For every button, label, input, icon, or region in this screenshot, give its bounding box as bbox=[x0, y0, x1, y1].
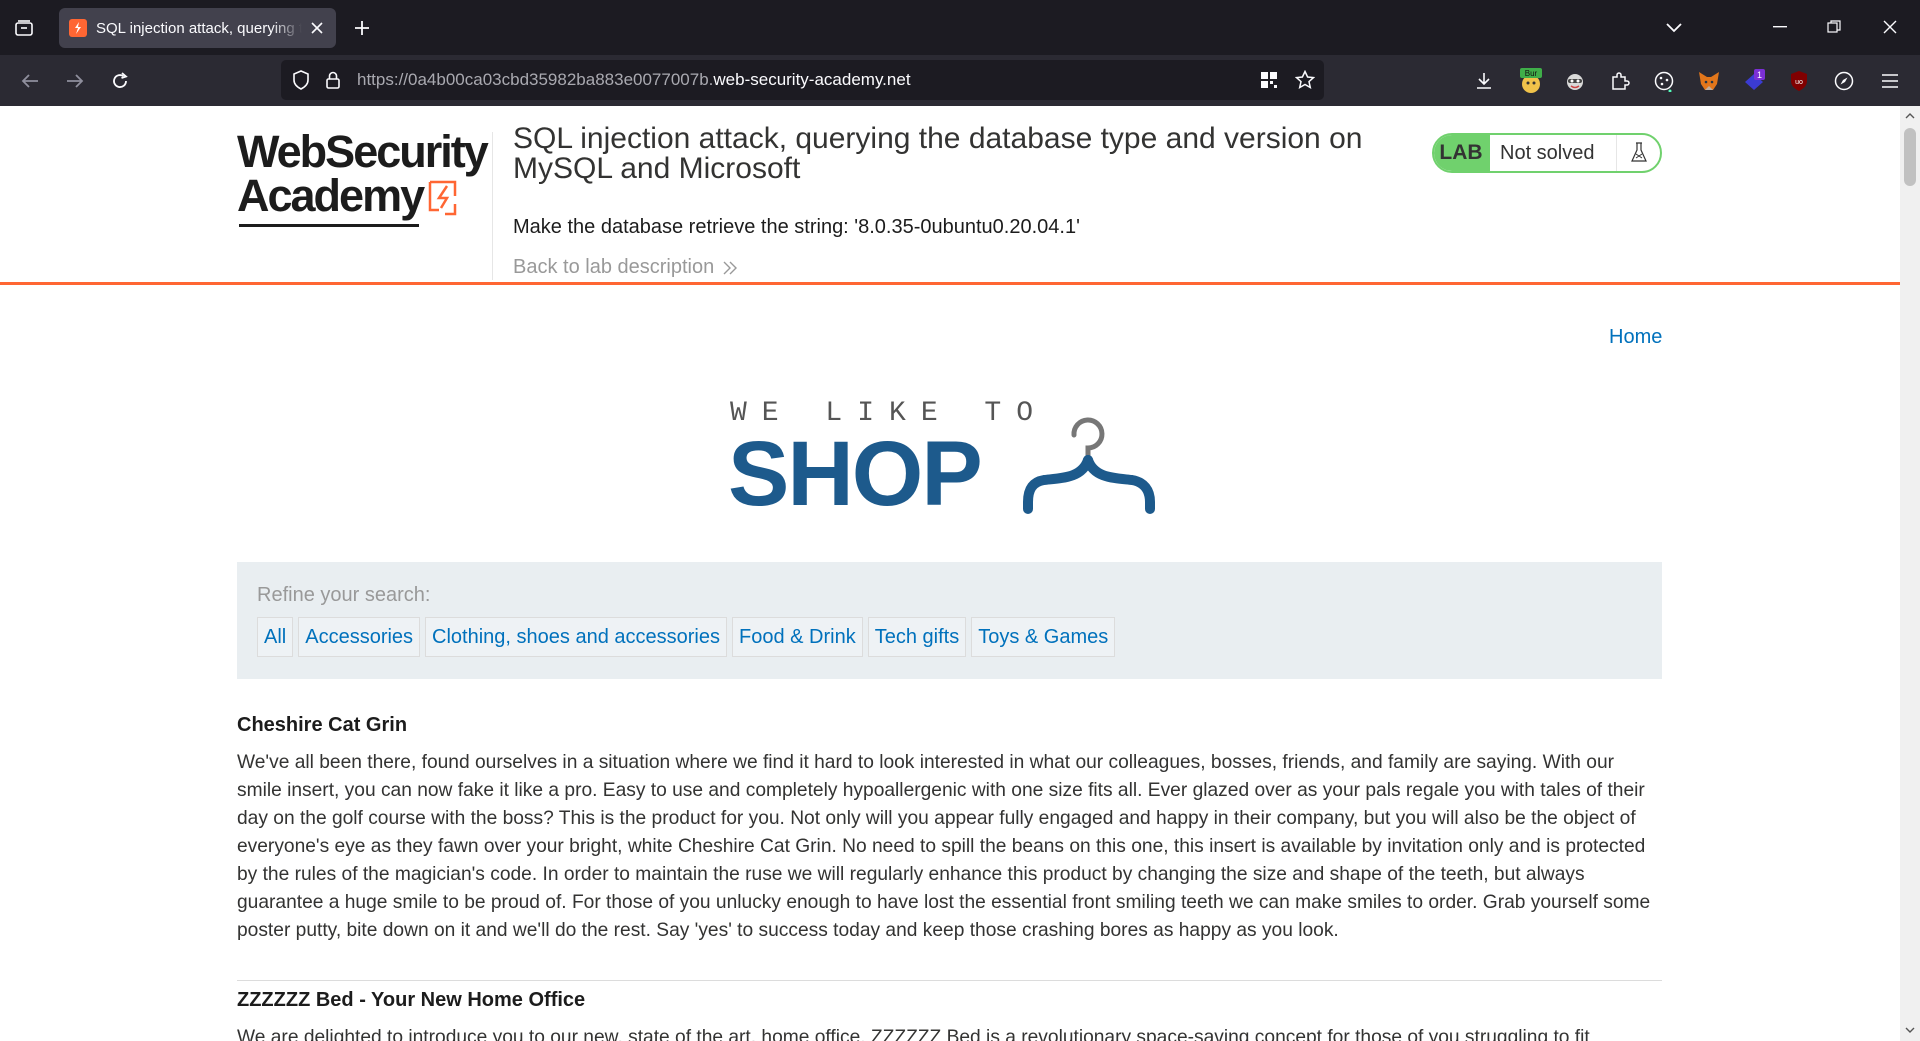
filter-tech-gifts[interactable]: Tech gifts bbox=[867, 617, 967, 657]
minimize-window-icon[interactable] bbox=[1764, 12, 1796, 42]
product-name: ZZZZZZ Bed - Your New Home Office bbox=[237, 989, 586, 1011]
back-link-label: Back to lab description bbox=[513, 256, 715, 278]
back-to-lab-description-link[interactable]: Back to lab description bbox=[513, 256, 738, 279]
scroll-down-arrow-icon[interactable] bbox=[1904, 1024, 1916, 1036]
portswigger-favicon-icon bbox=[69, 19, 87, 37]
product-divider bbox=[237, 980, 1662, 981]
close-tab-icon[interactable] bbox=[308, 19, 326, 37]
page-scrollbar[interactable] bbox=[1900, 106, 1920, 1041]
url-prefix: https://0a4b00ca03cbd35982ba883e0077007b… bbox=[357, 70, 714, 89]
puzzle-extensions-icon[interactable] bbox=[1606, 67, 1634, 95]
scrollbar-thumb[interactable] bbox=[1904, 128, 1916, 186]
home-link[interactable]: Home bbox=[1609, 326, 1662, 349]
forward-arrow-icon[interactable] bbox=[59, 65, 91, 97]
filter-all[interactable]: All bbox=[257, 617, 294, 657]
burp-badge: Bur bbox=[1525, 69, 1538, 78]
flask-icon bbox=[1616, 135, 1660, 171]
filter-accessories[interactable]: Accessories bbox=[298, 617, 421, 657]
privacy-badger-icon[interactable] bbox=[1561, 67, 1589, 95]
active-tab[interactable]: SQL injection attack, querying the datab… bbox=[59, 8, 336, 48]
filter-food-drink[interactable]: Food & Drink bbox=[732, 617, 863, 657]
product-description: We've all been there, found ourselves in… bbox=[237, 752, 1651, 941]
tab-list-icon[interactable] bbox=[10, 14, 38, 42]
academy-lab-header: WebSecurity Academy SQL injection attack… bbox=[0, 106, 1900, 285]
logo-line-1: WebSecurity bbox=[237, 126, 489, 177]
url-domain: web-security-academy.net bbox=[713, 70, 911, 89]
logo-underline bbox=[239, 224, 419, 227]
lab-status-widget: LAB Not solved bbox=[1432, 133, 1662, 173]
browser-navigation-bar: https://0a4b00ca03cbd35982ba883e0077007b… bbox=[0, 55, 1920, 106]
filter-clothing[interactable]: Clothing, shoes and accessories bbox=[425, 617, 727, 657]
ublock-icon[interactable]: uo bbox=[1785, 67, 1813, 95]
downloads-icon[interactable] bbox=[1470, 67, 1498, 95]
new-tab-plus-icon[interactable] bbox=[348, 14, 376, 42]
compass-icon[interactable] bbox=[1830, 67, 1858, 95]
hamburger-menu-icon[interactable] bbox=[1876, 67, 1904, 95]
product-name: Cheshire Cat Grin bbox=[237, 714, 408, 736]
tracking-protection-shield-icon[interactable] bbox=[291, 70, 311, 90]
scroll-up-arrow-icon[interactable] bbox=[1904, 110, 1916, 122]
page-viewport: WebSecurity Academy SQL injection attack… bbox=[0, 106, 1900, 1041]
close-window-icon[interactable] bbox=[1874, 12, 1906, 42]
logo-line-2-text: Academy bbox=[237, 170, 425, 221]
lab-status-text: Not solved bbox=[1500, 141, 1595, 164]
product-item: Cheshire Cat Grin We've all been there, … bbox=[237, 714, 1662, 945]
we-like-to-shop-logo: WE LIKE TO SHOP bbox=[728, 398, 1170, 528]
academy-lightning-icon bbox=[428, 180, 457, 216]
url-text[interactable]: https://0a4b00ca03cbd35982ba883e0077007b… bbox=[357, 70, 911, 90]
header-divider bbox=[492, 132, 493, 280]
clothes-hanger-icon bbox=[1023, 417, 1155, 514]
back-arrow-icon[interactable] bbox=[14, 65, 46, 97]
list-all-tabs-chevron-icon[interactable] bbox=[1660, 14, 1688, 42]
tab-title: SQL injection attack, querying the datab… bbox=[96, 19, 303, 37]
product-description: We are delighted to introduce you to our… bbox=[237, 1027, 1590, 1041]
restore-window-icon[interactable] bbox=[1818, 12, 1850, 42]
padlock-icon[interactable] bbox=[323, 70, 343, 90]
refine-search-label: Refine your search: bbox=[257, 584, 431, 606]
double-chevron-right-icon bbox=[723, 261, 738, 274]
lab-goal-text: Make the database retrieve the string: '… bbox=[513, 216, 1080, 238]
category-filter-list: All Accessories Clothing, shoes and acce… bbox=[257, 617, 1116, 657]
extension-count-badge: 1 bbox=[1757, 70, 1762, 80]
filter-toys-games[interactable]: Toys & Games bbox=[971, 617, 1116, 657]
cookie-icon[interactable] bbox=[1650, 67, 1678, 95]
bookmark-star-icon[interactable] bbox=[1295, 70, 1315, 90]
ublock-badge: uo bbox=[1795, 79, 1803, 86]
browser-tab-bar: SQL injection attack, querying the datab… bbox=[0, 0, 1920, 55]
badge-extension-icon[interactable]: 1 bbox=[1740, 67, 1768, 95]
lab-badge: LAB bbox=[1434, 135, 1490, 171]
qr-code-icon[interactable] bbox=[1259, 70, 1279, 90]
address-bar[interactable]: https://0a4b00ca03cbd35982ba883e0077007b… bbox=[281, 60, 1324, 100]
product-item: ZZZZZZ Bed - Your New Home Office We are… bbox=[237, 989, 1662, 1041]
refine-search-panel: Refine your search: All Accessories Clot… bbox=[237, 562, 1662, 679]
burp-extension-icon[interactable]: Bur bbox=[1517, 67, 1545, 95]
lab-title: SQL injection attack, querying the datab… bbox=[513, 122, 1363, 185]
metamask-fox-icon[interactable] bbox=[1695, 67, 1723, 95]
shop-logo-word: SHOP bbox=[728, 423, 983, 525]
web-security-academy-logo[interactable]: WebSecurity Academy bbox=[237, 126, 489, 230]
reload-icon[interactable] bbox=[104, 65, 136, 97]
logo-line-2: Academy bbox=[237, 170, 487, 221]
